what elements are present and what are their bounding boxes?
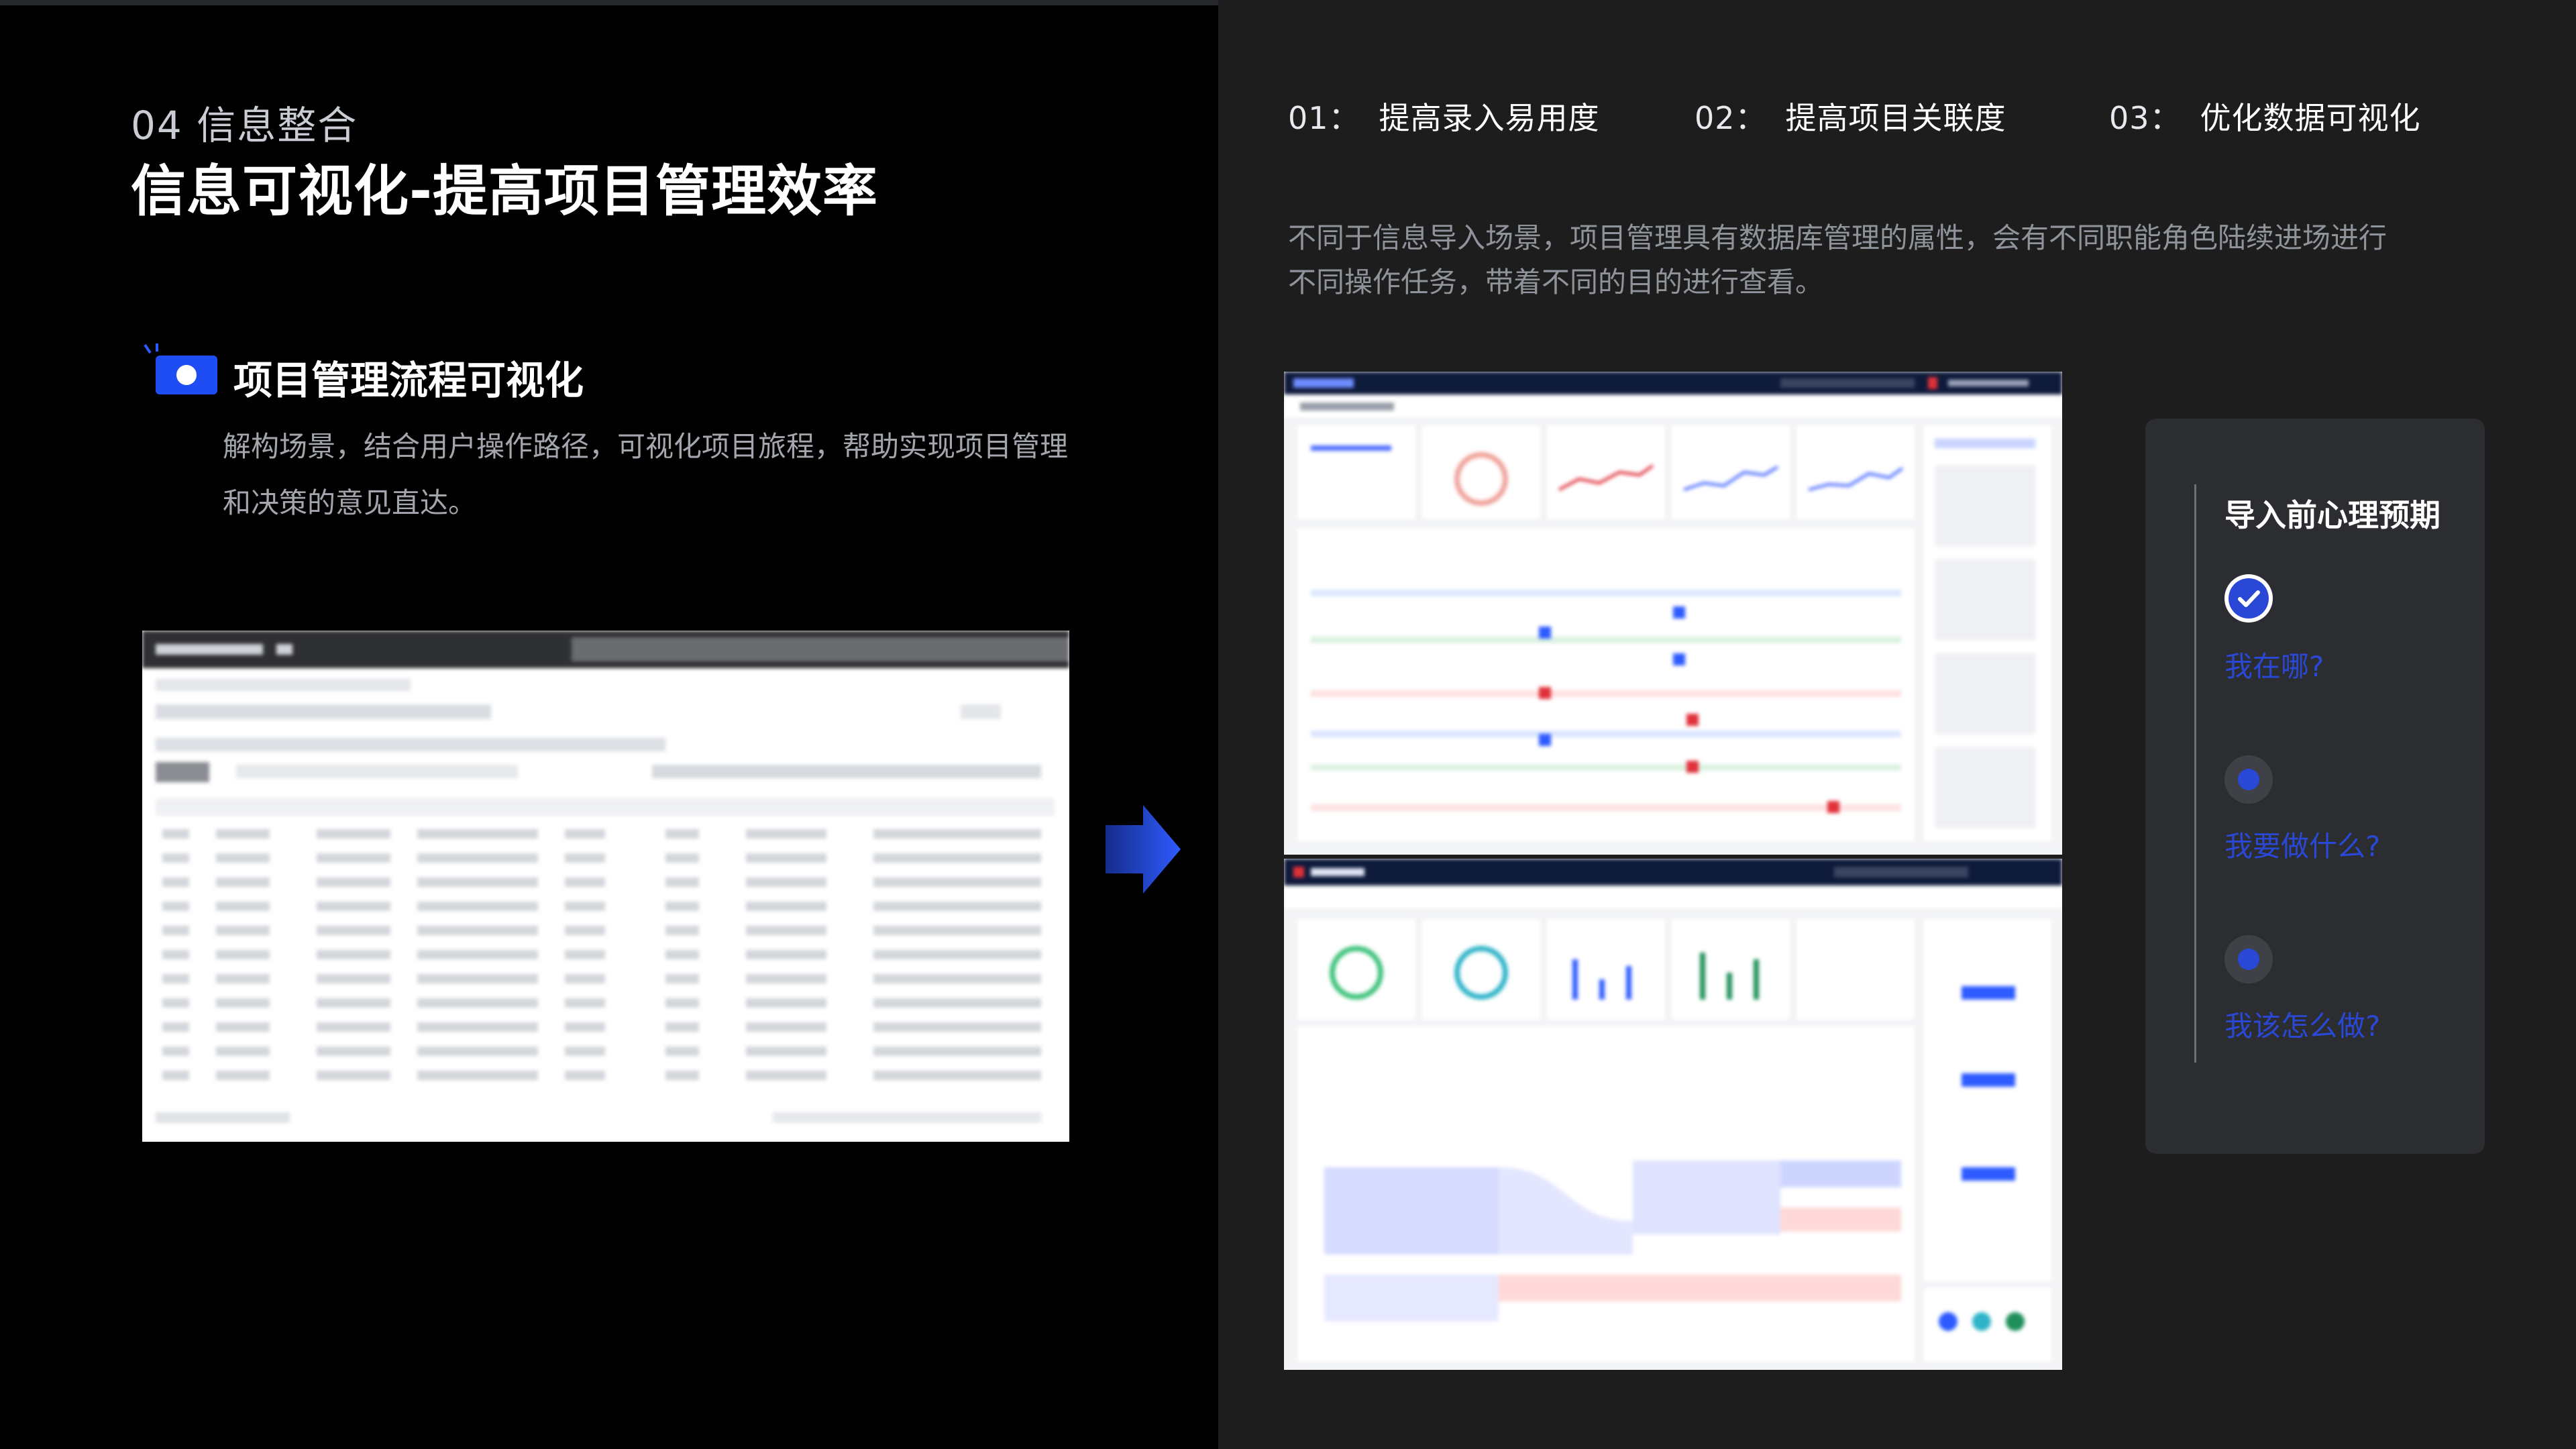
tab-01[interactable]: 01： 提高录入易用度 [1288, 94, 1600, 138]
timeline-line [2194, 484, 2196, 1063]
top-divider [0, 0, 1218, 5]
step-1-label: 我在哪? [2224, 650, 2324, 683]
intro-text: 不同于信息导入场景，项目管理具有数据库管理的属性，会有不同职能角色陆续进场进行不… [1288, 221, 2387, 299]
dashboard-screenshot-1 [1284, 372, 2062, 855]
camera-icon [144, 343, 217, 394]
step-3-marker [2224, 935, 2273, 983]
tab-03[interactable]: 03： 优化数据可视化 [2109, 94, 2421, 138]
page-title: 信息可视化-提高项目管理效率 [131, 160, 879, 223]
section-label: 04 信息整合 [131, 103, 358, 148]
dashboard-screenshot-2 [1284, 859, 2062, 1370]
step-3-label: 我该怎么做? [2224, 1010, 2381, 1042]
feature-title: 项目管理流程可视化 [233, 358, 584, 403]
feature-description: 解构场景，结合用户操作路径，可视化项目旅程，帮助实现项目管理和决策的意见直达。 [223, 430, 1069, 519]
table-screenshot [142, 631, 1069, 1142]
step-2-marker [2224, 755, 2273, 804]
step-1-marker [2224, 574, 2273, 623]
tab-02[interactable]: 02： 提高项目关联度 [1695, 94, 2006, 138]
check-icon [2229, 578, 2269, 619]
arrow-right-icon [1106, 805, 1181, 894]
step-2-label: 我要做什么? [2224, 830, 2381, 863]
card-title: 导入前心理预期 [2224, 497, 2440, 533]
